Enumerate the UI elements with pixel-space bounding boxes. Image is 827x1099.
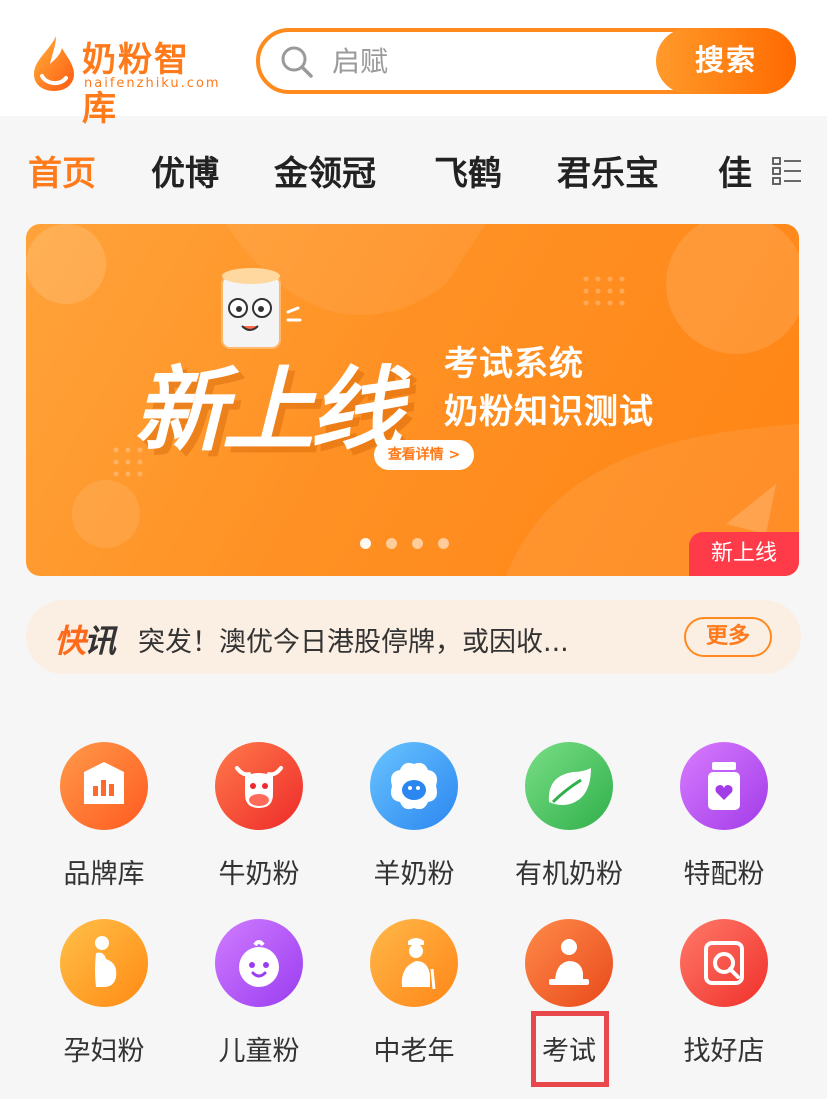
carousel-dots bbox=[360, 538, 480, 550]
tab-feihe[interactable]: 飞鹤 bbox=[434, 146, 502, 195]
category-label: 孕妇粉 bbox=[63, 1036, 145, 1067]
leaf-icon bbox=[525, 742, 613, 830]
brand-tabs: 首页 优博 金领冠 飞鹤 君乐宝 佳 bbox=[0, 140, 827, 204]
category-find-store[interactable]: 找好店 bbox=[649, 919, 799, 1067]
milk-drop-logo-icon bbox=[34, 36, 74, 91]
list-menu-icon[interactable] bbox=[772, 156, 802, 186]
carousel-dot[interactable] bbox=[412, 538, 423, 549]
banner-headline: 新上线 bbox=[134, 357, 402, 464]
category-label: 找好店 bbox=[683, 1036, 765, 1067]
category-goat-milk[interactable]: 羊奶粉 bbox=[339, 742, 489, 890]
chart-box-icon bbox=[60, 742, 148, 830]
banner-subtitle-2: 奶粉知识测试 bbox=[444, 392, 654, 432]
tab-jinlingguan[interactable]: 金领冠 bbox=[274, 146, 376, 195]
category-label: 牛奶粉 bbox=[218, 859, 300, 890]
category-elderly[interactable]: 中老年 bbox=[339, 919, 489, 1067]
carousel-dot[interactable] bbox=[360, 538, 371, 549]
app-logo[interactable]: 奶粉智库 naifenzhiku.com bbox=[28, 30, 221, 129]
top-header: 奶粉智库 naifenzhiku.com 搜索 bbox=[0, 0, 827, 129]
carousel-dot[interactable] bbox=[438, 538, 449, 549]
search-input[interactable] bbox=[332, 40, 642, 82]
logo-subtitle: naifenzhiku.com bbox=[84, 76, 221, 91]
heart-can-icon bbox=[680, 742, 768, 830]
news-ticker[interactable]: 快讯 突发！澳优今日港股停牌，或因收... 更多 bbox=[26, 600, 801, 674]
ticker-logo-part-1: 快 bbox=[54, 622, 86, 660]
category-label: 儿童粉 bbox=[218, 1036, 300, 1067]
category-label: 羊奶粉 bbox=[373, 859, 455, 890]
banner-details-button[interactable]: 查看详情 > bbox=[374, 440, 474, 470]
tab-junlebao[interactable]: 君乐宝 bbox=[557, 146, 659, 195]
category-special-formula[interactable]: 特配粉 bbox=[649, 742, 799, 890]
cow-icon bbox=[215, 742, 303, 830]
exam-person-icon bbox=[525, 919, 613, 1007]
tab-jia[interactable]: 佳 bbox=[718, 146, 752, 195]
category-cow-milk[interactable]: 牛奶粉 bbox=[184, 742, 334, 890]
category-label: 特配粉 bbox=[683, 859, 765, 890]
category-label: 有机奶粉 bbox=[515, 859, 623, 890]
child-face-icon bbox=[215, 919, 303, 1007]
banner-subtitle-1: 考试系统 bbox=[444, 344, 584, 384]
promo-banner[interactable]: 新上线 考试系统 奶粉知识测试 查看详情 > 新上线 bbox=[26, 224, 799, 576]
tab-youbo[interactable]: 优博 bbox=[151, 146, 219, 195]
category-maternal[interactable]: 孕妇粉 bbox=[29, 919, 179, 1067]
pregnant-icon bbox=[60, 919, 148, 1007]
ticker-logo: 快讯 bbox=[54, 616, 116, 662]
carousel-dot[interactable] bbox=[386, 538, 397, 549]
more-news-button[interactable]: 更多 bbox=[684, 617, 772, 657]
category-label: 品牌库 bbox=[63, 859, 145, 890]
category-organic-milk[interactable]: 有机奶粉 bbox=[494, 742, 644, 890]
category-brand-library[interactable]: 品牌库 bbox=[29, 742, 179, 890]
category-children[interactable]: 儿童粉 bbox=[184, 919, 334, 1067]
selection-highlight-box bbox=[531, 1011, 609, 1087]
elder-icon bbox=[370, 919, 458, 1007]
category-label: 中老年 bbox=[373, 1036, 455, 1067]
sheep-icon bbox=[370, 742, 458, 830]
search-icon bbox=[281, 46, 313, 78]
search-button[interactable]: 搜索 bbox=[656, 28, 796, 94]
search-bar: 搜索 bbox=[256, 28, 796, 94]
ticker-headline[interactable]: 突发！澳优今日港股停牌，或因收... bbox=[138, 620, 658, 659]
banner-tag: 新上线 bbox=[689, 532, 799, 576]
shop-search-icon bbox=[680, 919, 768, 1007]
ticker-logo-part-2: 讯 bbox=[84, 622, 116, 660]
tab-home[interactable]: 首页 bbox=[28, 146, 96, 195]
